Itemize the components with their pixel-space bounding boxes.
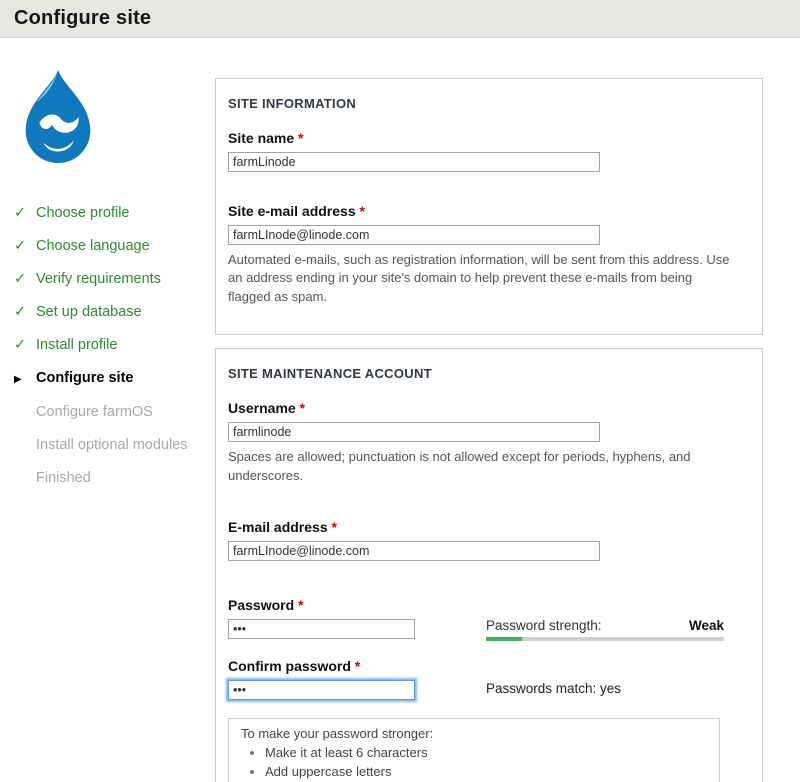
password-tips-title: To make your password stronger: [241,726,707,741]
checkmark-icon: ✓ [14,303,36,322]
username-input[interactable] [228,422,600,442]
step-label: Choose language [36,237,150,256]
username-field: Username * Spaces are allowed; punctuati… [228,400,748,485]
password-input[interactable] [228,619,415,639]
password-fields: Password * Confirm password * [228,597,486,700]
checkmark-icon: ✓ [14,270,36,289]
confirm-password-input[interactable] [228,680,415,700]
site-maintenance-account-legend: SITE MAINTENANCE ACCOUNT [228,359,748,381]
step-label: Set up database [36,303,142,322]
password-tips-list: Make it at least 6 characters Add upperc… [265,744,707,782]
password-tips-box: To make your password stronger: Make it … [228,718,720,782]
step-label: Install profile [36,336,117,355]
step-label: Configure site [36,369,133,388]
password-tip: Add uppercase letters [265,763,707,781]
password-label: Password * [228,597,486,613]
step-verify-requirements: ✓ Verify requirements [14,270,215,289]
password-strength-indicator: Password strength: Weak [486,618,724,641]
configure-site-form: SITE INFORMATION Site name * Site e-mail… [215,38,763,782]
password-tip: Make it at least 6 characters [265,744,707,762]
required-marker: * [332,519,337,535]
checkmark-icon: ✓ [14,204,36,223]
step-install-profile: ✓ Install profile [14,336,215,355]
site-email-label: Site e-mail address * [228,203,748,219]
checkmark-icon: ✓ [14,237,36,256]
site-email-help: Automated e-mails, such as registration … [228,251,736,306]
step-label: Install optional modules [36,436,188,455]
checkmark-icon: ✓ [14,336,36,355]
install-steps: ✓ Choose profile ✓ Choose language ✓ Ver… [14,204,215,488]
step-choose-language: ✓ Choose language [14,237,215,256]
page-title: Configure site [14,7,151,30]
site-email-field: Site e-mail address * Automated e-mails,… [228,203,748,306]
drupal-logo-icon [13,68,103,168]
step-label: Choose profile [36,204,130,223]
username-label: Username * [228,400,748,416]
site-name-input[interactable] [228,152,600,172]
step-configure-site-current: ▶ Configure site [14,369,215,389]
required-marker: * [360,203,365,219]
required-marker: * [300,400,305,416]
password-feedback: Password strength: Weak Passwords match:… [486,597,724,700]
required-marker: * [298,597,303,613]
site-name-label: Site name * [228,130,748,146]
content: ✓ Choose profile ✓ Choose language ✓ Ver… [0,38,800,782]
step-configure-farmos: Configure farmOS [14,403,215,422]
step-set-up-database: ✓ Set up database [14,303,215,322]
username-help: Spaces are allowed; punctuation is not a… [228,448,736,485]
required-marker: * [355,658,360,674]
required-marker: * [298,130,303,146]
site-information-legend: SITE INFORMATION [228,89,748,111]
site-information-section: SITE INFORMATION Site name * Site e-mail… [215,78,763,335]
step-choose-profile: ✓ Choose profile [14,204,215,223]
account-email-field: E-mail address * [228,519,748,561]
step-label: Verify requirements [36,270,161,289]
account-email-label: E-mail address * [228,519,748,535]
password-strength-value: Weak [689,618,724,633]
confirm-password-label: Confirm password * [228,658,486,674]
page-header: Configure site [0,0,800,38]
password-area: Password * Confirm password * Password s… [228,597,748,700]
site-maintenance-account-section: SITE MAINTENANCE ACCOUNT Username * Spac… [215,348,763,782]
passwords-match-status: Passwords match: yes [486,681,724,696]
current-step-arrow-icon: ▶ [14,370,36,389]
password-strength-bar-fill [486,637,522,641]
site-email-input[interactable] [228,225,600,245]
step-label: Finished [36,469,91,488]
password-strength-bar [486,637,724,641]
site-name-field: Site name * [228,130,748,172]
step-label: Configure farmOS [36,403,153,422]
account-email-input[interactable] [228,541,600,561]
password-strength-label: Password strength: [486,618,602,633]
install-sidebar: ✓ Choose profile ✓ Choose language ✓ Ver… [0,38,215,782]
step-finished: Finished [14,469,215,488]
step-install-optional-modules: Install optional modules [14,436,215,455]
